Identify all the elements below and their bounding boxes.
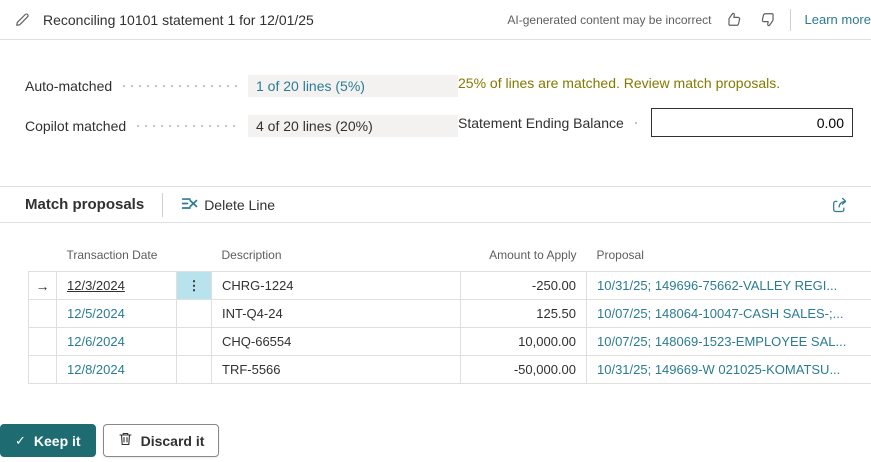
dotted-leader [632,116,643,130]
amount-cell[interactable]: -50,000.00 [461,356,587,384]
column-header-proposal[interactable]: Proposal [587,248,871,272]
row-menu-cell[interactable] [177,328,212,356]
transaction-date-cell[interactable]: 12/6/2024 [67,334,125,349]
summary-section: Auto-matched 1 of 20 lines (5%) Copilot … [0,40,871,186]
page-title: Reconciling 10101 statement 1 for 12/01/… [43,12,314,28]
proposal-link[interactable]: 10/31/25; 149669-W 021025-KOMATSU... [597,362,840,377]
copilot-matched-value[interactable]: 4 of 20 lines (20%) [248,115,458,137]
header-right-group: AI-generated content may be incorrect Le… [507,9,871,31]
column-header-description[interactable]: Description [212,248,461,272]
match-status-message: 25% of lines are matched. Review match p… [458,75,853,91]
match-proposals-table: Transaction Date Description Amount to A… [28,248,871,384]
match-stats: Auto-matched 1 of 20 lines (5%) Copilot … [25,74,458,186]
row-marker-cell [29,300,57,328]
column-header-date[interactable]: Transaction Date [57,248,177,272]
copilot-reconciliation-dialog: Reconciling 10101 statement 1 for 12/01/… [0,0,871,462]
dialog-header: Reconciling 10101 statement 1 for 12/01/… [0,0,871,40]
row-menu-header [177,248,212,272]
transaction-date-cell[interactable]: 12/3/2024 [67,278,125,293]
keep-it-button[interactable]: ✓ Keep it [0,424,96,457]
row-menu-ellipsis-icon[interactable]: ⋮ [177,272,212,300]
description-cell[interactable]: CHRG-1224 [212,272,461,300]
table-row: 12/5/2024 INT-Q4-24 125.50 10/07/25; 148… [29,300,871,328]
delete-line-icon [181,195,198,215]
ending-balance-field: Statement Ending Balance [458,108,853,137]
trash-icon [118,431,133,450]
discard-it-label: Discard it [141,433,205,449]
table-row: 12/8/2024 TRF-5566 -50,000.00 10/31/25; … [29,356,871,384]
copilot-matched-field: Copilot matched 4 of 20 lines (20%) [25,114,458,138]
thumbs-down-icon[interactable] [757,9,778,30]
dotted-leader [134,119,240,133]
dialog-title-group: Reconciling 10101 statement 1 for 12/01/… [12,9,314,30]
copilot-matched-label: Copilot matched [25,118,126,134]
auto-matched-label: Auto-matched [25,78,112,94]
table-row: 12/6/2024 CHQ-66554 10,000.00 10/07/25; … [29,328,871,356]
delete-line-label: Delete Line [204,197,275,213]
ending-balance-input[interactable] [651,108,853,137]
summary-right: 25% of lines are matched. Review match p… [458,74,853,186]
match-proposals-toolbar: Match proposals Delete Line [0,186,871,223]
ai-disclaimer-text: AI-generated content may be incorrect [507,13,711,27]
auto-matched-value[interactable]: 1 of 20 lines (5%) [248,75,458,97]
pencil-icon[interactable] [12,9,33,30]
row-marker-header [29,248,57,272]
description-cell[interactable]: INT-Q4-24 [212,300,461,328]
transaction-date-cell[interactable]: 12/8/2024 [67,362,125,377]
proposal-link[interactable]: 10/31/25; 149696-75662-VALLEY REGI... [597,278,837,293]
section-title: Match proposals [25,196,144,213]
active-row-arrow-icon: → [29,272,57,300]
ending-balance-label: Statement Ending Balance [458,115,624,131]
delete-line-button[interactable]: Delete Line [181,195,275,215]
thumbs-up-icon[interactable] [724,9,745,30]
row-menu-cell[interactable] [177,300,212,328]
description-cell[interactable]: CHQ-66554 [212,328,461,356]
proposal-link[interactable]: 10/07/25; 148069-1523-EMPLOYEE SAL... [597,334,846,349]
header-divider [790,9,791,31]
share-icon[interactable] [828,193,851,216]
row-marker-cell [29,328,57,356]
learn-more-link[interactable]: Learn more [805,12,871,27]
table-row: → 12/3/2024 ⋮ CHRG-1224 -250.00 10/31/25… [29,272,871,300]
auto-matched-field: Auto-matched 1 of 20 lines (5%) [25,74,458,98]
check-icon: ✓ [15,433,26,449]
keep-it-label: Keep it [34,433,81,449]
dotted-leader [120,79,240,93]
row-menu-cell[interactable] [177,356,212,384]
discard-it-button[interactable]: Discard it [103,424,220,457]
row-marker-cell [29,356,57,384]
proposal-link[interactable]: 10/07/25; 148064-10047-CASH SALES-;... [597,306,843,321]
amount-cell[interactable]: -250.00 [461,272,587,300]
description-cell[interactable]: TRF-5566 [212,356,461,384]
table-header-row: Transaction Date Description Amount to A… [29,248,871,272]
transaction-date-cell[interactable]: 12/5/2024 [67,306,125,321]
dialog-actions: ✓ Keep it Discard it [0,424,219,457]
amount-cell[interactable]: 10,000.00 [461,328,587,356]
toolbar-divider [162,193,163,217]
column-header-amount[interactable]: Amount to Apply [461,248,587,272]
amount-cell[interactable]: 125.50 [461,300,587,328]
